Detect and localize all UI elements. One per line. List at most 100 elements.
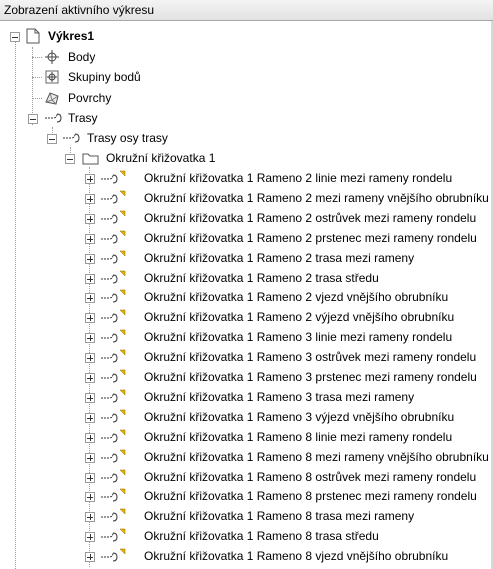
tree-node-centerline-alignments[interactable]: Trasy osy trasy bbox=[0, 129, 493, 149]
tree-node-label: Okružní křižovatka 1 Rameno 2 trasa mezi… bbox=[144, 250, 415, 265]
tree-node-alignment-item[interactable]: Okružní křižovatka 1 Rameno 8 mezi ramen… bbox=[0, 448, 493, 468]
expand-toggle[interactable] bbox=[85, 373, 95, 383]
tree-node-label: Okružní křižovatka 1 Rameno 2 prstenec m… bbox=[144, 230, 477, 245]
expand-toggle[interactable] bbox=[85, 552, 95, 563]
alignment-with-warning-icon bbox=[101, 170, 126, 184]
tree-node-alignment-item[interactable]: Okružní křižovatka 1 Rameno 8 trasa mezi… bbox=[0, 507, 493, 527]
expand-toggle[interactable] bbox=[85, 452, 95, 463]
expand-toggle[interactable] bbox=[85, 512, 95, 523]
panel-title: Zobrazení aktivního výkresu bbox=[4, 3, 155, 17]
folder-icon bbox=[82, 153, 99, 165]
tree-node-label: Výkres1 bbox=[48, 29, 95, 43]
tree-node-body[interactable]: Body bbox=[0, 48, 493, 68]
alignment-with-warning-icon bbox=[101, 449, 126, 463]
expand-toggle[interactable] bbox=[85, 353, 95, 364]
surface-icon bbox=[45, 92, 59, 105]
alignment-with-warning-icon bbox=[101, 230, 126, 244]
alignment-with-warning-icon bbox=[101, 489, 126, 502]
tree-node-alignment-item[interactable]: Okružní křižovatka 1 Rameno 2 mezi ramen… bbox=[0, 189, 493, 209]
alignment-with-warning-icon bbox=[101, 429, 126, 443]
tree-node-root[interactable]: Výkres1 bbox=[0, 27, 493, 47]
tree-node-point-groups[interactable]: Skupiny bodů bbox=[0, 68, 493, 88]
alignment-with-warning-icon bbox=[101, 290, 126, 303]
tree-node-label: Okružní křižovatka 1 Rameno 8 vjezd vněj… bbox=[144, 549, 449, 564]
expand-toggle[interactable] bbox=[85, 293, 95, 304]
tree-node-label: Okružní křižovatka 1 Rameno 2 výjezd vně… bbox=[144, 310, 455, 325]
tree-node-label: Okružní křižovatka 1 Rameno 3 trasa mezi… bbox=[144, 389, 415, 404]
collapse-toggle[interactable] bbox=[65, 154, 75, 164]
tree-node-label: Trasy osy trasy bbox=[87, 131, 168, 145]
tree-node-label: Skupiny bodů bbox=[68, 70, 141, 84]
expand-toggle[interactable] bbox=[85, 233, 95, 244]
alignment-with-warning-icon bbox=[101, 190, 126, 204]
tree-node-label: Okružní křižovatka 1 Rameno 8 prstenec m… bbox=[144, 489, 477, 504]
tree-node-alignment-item[interactable]: Okružní křižovatka 1 Rameno 3 linie mezi… bbox=[0, 328, 493, 348]
tree-node-surfaces[interactable]: Povrchy bbox=[0, 89, 493, 109]
tree-node-alignment-item[interactable]: Okružní křižovatka 1 Rameno 8 ostrůvek m… bbox=[0, 468, 493, 488]
expand-toggle[interactable] bbox=[85, 213, 95, 224]
expand-toggle[interactable] bbox=[85, 253, 95, 264]
tree-node-alignment-item[interactable]: Okružní křižovatka 1 Rameno 8 linie mezi… bbox=[0, 428, 493, 448]
alignment-with-warning-icon bbox=[101, 548, 126, 562]
expand-toggle[interactable] bbox=[85, 174, 95, 184]
alignment-with-warning-icon bbox=[101, 270, 126, 283]
expand-toggle[interactable] bbox=[85, 432, 95, 443]
tree-node-label: Okružní křižovatka 1 Rameno 8 trasa mezi… bbox=[144, 509, 415, 524]
drawing-page-icon bbox=[26, 28, 40, 44]
tree-node-alignment-item[interactable]: Okružní křižovatka 1 Rameno 8 prstenec m… bbox=[0, 487, 493, 507]
tree-node-alignment-item[interactable]: Okružní křižovatka 1 Rameno 2 vjezd vněj… bbox=[0, 288, 493, 308]
expand-toggle[interactable] bbox=[85, 273, 95, 284]
tree-node-label: Okružní křižovatka 1 Rameno 2 trasa stře… bbox=[144, 270, 379, 285]
collapse-toggle[interactable] bbox=[10, 32, 20, 42]
tree-node-label: Okružní křižovatka 1 Rameno 3 výjezd vně… bbox=[144, 409, 455, 424]
alignment-with-warning-icon bbox=[101, 469, 126, 482]
tree-node-label: Okružní křižovatka 1 Rameno 3 prstenec m… bbox=[144, 370, 477, 384]
expand-toggle[interactable] bbox=[85, 333, 95, 344]
tree-node-alignment-item[interactable]: Okružní křižovatka 1 Rameno 2 trasa stře… bbox=[0, 269, 493, 289]
tree-node-alignment-item[interactable]: Okružní křižovatka 1 Rameno 3 prstenec m… bbox=[0, 368, 493, 388]
tree-node-alignment-item[interactable]: Okružní křižovatka 1 Rameno 2 linie mezi… bbox=[0, 169, 493, 189]
tree-node-alignment-item[interactable]: Okružní křižovatka 1 Rameno 2 výjezd vně… bbox=[0, 308, 493, 328]
expand-toggle[interactable] bbox=[85, 392, 95, 403]
tree-node-label: Body bbox=[68, 50, 96, 64]
tree-node-alignment-item[interactable]: Okružní křižovatka 1 Rameno 3 výjezd vně… bbox=[0, 408, 493, 428]
tree-node-label: Okružní křižovatka 1 Rameno 2 mezi ramen… bbox=[144, 190, 489, 205]
alignment-with-warning-icon bbox=[101, 250, 126, 264]
point-icon bbox=[45, 50, 59, 64]
tree-node-alignment-item[interactable]: Okružní křižovatka 1 Rameno 8 vjezd vněj… bbox=[0, 547, 493, 567]
expand-toggle[interactable] bbox=[85, 492, 95, 503]
alignment-with-warning-icon bbox=[101, 329, 126, 343]
tree-node-label: Okružní křižovatka 1 Rameno 8 linie mezi… bbox=[144, 429, 453, 444]
tree-node-alignment-item[interactable]: Okružní křižovatka 1 Rameno 3 ostrůvek m… bbox=[0, 348, 493, 368]
expand-toggle[interactable] bbox=[85, 532, 95, 543]
alignment-with-warning-icon bbox=[101, 389, 126, 403]
tree-node-label: Okružní křižovatka 1 Rameno 3 ostrůvek m… bbox=[144, 350, 477, 365]
point-group-icon bbox=[45, 70, 59, 84]
tree-node-alignment-item[interactable]: Okružní křižovatka 1 Rameno 2 prstenec m… bbox=[0, 229, 493, 249]
alignment-with-warning-icon bbox=[101, 310, 126, 323]
tree-node-alignment-item[interactable]: Okružní křižovatka 1 Rameno 2 trasa mezi… bbox=[0, 249, 493, 269]
expand-toggle[interactable] bbox=[85, 313, 95, 324]
tree-node-label: Okružní křižovatka 1 Rameno 2 vjezd vněj… bbox=[144, 290, 449, 305]
alignment-icon bbox=[63, 133, 80, 143]
tree-node-label: Okružní křižovatka 1 Rameno 8 ostrůvek m… bbox=[144, 469, 477, 484]
drawing-tree[interactable]: Výkres1 Body Skupiny bodů Povrchy Trasy bbox=[0, 21, 493, 569]
alignment-with-warning-icon bbox=[101, 409, 126, 423]
tree-node-alignment-item[interactable]: Okružní křižovatka 1 Rameno 8 trasa stře… bbox=[0, 527, 493, 547]
tree-node-alignment-item[interactable]: Okružní křižovatka 1 Rameno 3 trasa mezi… bbox=[0, 388, 493, 408]
alignment-icon bbox=[45, 113, 62, 123]
alignment-with-warning-icon bbox=[101, 509, 126, 522]
tree-node-alignment-item[interactable]: Okružní křižovatka 1 Rameno 2 ostrůvek m… bbox=[0, 209, 493, 229]
tree-node-alignments[interactable]: Trasy bbox=[0, 109, 493, 129]
alignment-with-warning-icon bbox=[101, 528, 126, 542]
tree-node-label: Okružní křižovatka 1 Rameno 8 trasa stře… bbox=[144, 529, 379, 544]
collapse-toggle[interactable] bbox=[47, 134, 57, 144]
tree-node-roundabout-folder[interactable]: Okružní křižovatka 1 bbox=[0, 149, 493, 169]
collapse-toggle[interactable] bbox=[28, 114, 38, 124]
expand-toggle[interactable] bbox=[85, 472, 95, 483]
tree-node-label: Okružní křižovatka 1 bbox=[106, 151, 216, 165]
panel-header: Zobrazení aktivního výkresu bbox=[0, 0, 493, 21]
alignment-with-warning-icon bbox=[101, 349, 126, 363]
expand-toggle[interactable] bbox=[85, 412, 95, 423]
expand-toggle[interactable] bbox=[85, 193, 95, 204]
